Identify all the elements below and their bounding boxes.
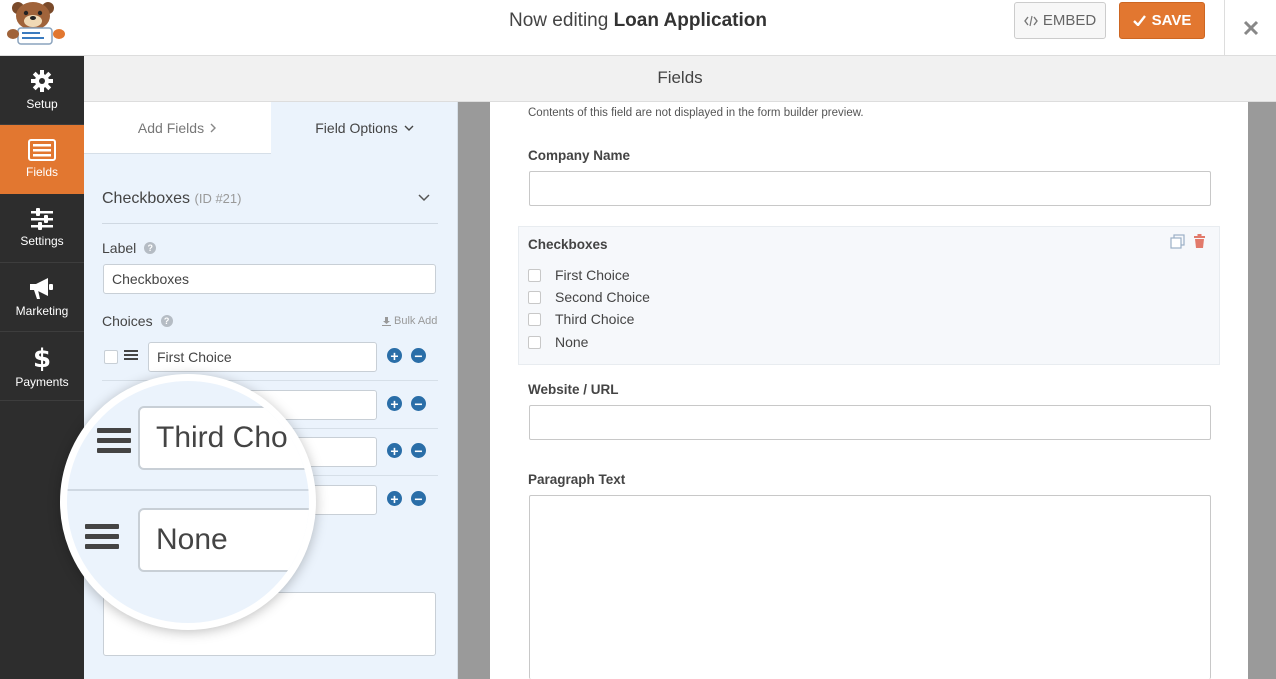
- section-header: Fields: [84, 56, 1276, 102]
- divider: [67, 489, 309, 491]
- collapse-chevron-icon[interactable]: [418, 194, 430, 202]
- trash-icon[interactable]: [1193, 234, 1206, 248]
- svg-text:$: $: [33, 344, 51, 371]
- preview-note: Contents of this field are not displayed…: [528, 107, 864, 119]
- bulk-add-label: Bulk Add: [394, 315, 438, 327]
- checkbox-box[interactable]: [528, 312, 541, 326]
- top-bar: Now editing Loan Application EMBED SAVE: [0, 0, 1276, 56]
- tab-label: Field Options: [315, 120, 398, 136]
- help-icon[interactable]: ?: [144, 242, 157, 254]
- checkmark-icon: [1132, 15, 1146, 26]
- fields-icon: [28, 139, 56, 161]
- help-icon[interactable]: ?: [160, 315, 173, 327]
- company-name-label: Company Name: [528, 148, 631, 163]
- drag-handle-icon[interactable]: [124, 350, 138, 360]
- megaphone-icon: [30, 278, 53, 299]
- field-options-title[interactable]: Checkboxes (ID #21): [102, 190, 241, 208]
- magnified-choice-input: Third Cho: [138, 406, 309, 470]
- sidebar-item-label: Setup: [26, 97, 58, 111]
- magnified-choice-input: None: [138, 508, 309, 572]
- chevron-down-icon: [404, 125, 414, 131]
- gear-icon: [31, 70, 53, 92]
- field-id: (ID #21): [194, 191, 242, 206]
- label-heading-text: Label: [102, 240, 137, 256]
- remove-choice-icon[interactable]: −: [411, 348, 426, 363]
- form-name: Loan Application: [613, 10, 767, 31]
- choice-input[interactable]: First Choice: [148, 342, 377, 372]
- checkbox-box[interactable]: [528, 268, 541, 282]
- sidebar-item-label: Marketing: [15, 304, 69, 318]
- tab-label: Add Fields: [137, 119, 205, 136]
- remove-choice-icon[interactable]: −: [411, 396, 426, 411]
- field-type-name: Checkboxes: [102, 190, 191, 207]
- sidebar-item-setup[interactable]: Setup: [0, 56, 84, 125]
- title-prefix: Now editing: [509, 10, 609, 31]
- sliders-icon: [31, 208, 53, 230]
- embed-button[interactable]: EMBED: [1014, 2, 1106, 39]
- checkbox-box[interactable]: [528, 290, 541, 304]
- chevron-right-icon: [210, 123, 217, 132]
- label-input[interactable]: Checkboxes: [103, 264, 436, 294]
- save-button[interactable]: SAVE: [1119, 2, 1205, 39]
- website-label: Website / URL: [528, 382, 619, 397]
- dollar-icon: $: [33, 344, 51, 371]
- divider: [102, 223, 438, 224]
- tab-field-options[interactable]: Field Options: [271, 102, 457, 154]
- sidebar-item-marketing[interactable]: Marketing: [0, 263, 84, 332]
- bulk-add-link[interactable]: Bulk Add: [382, 315, 437, 327]
- panel-tabs: Add Fields Field Options: [84, 102, 457, 154]
- add-choice-icon[interactable]: +: [387, 491, 402, 506]
- builder-sidebar: Setup Fields Settings Marketing $ Paymen…: [0, 56, 84, 679]
- checkbox-choice[interactable]: Third Choice: [528, 311, 634, 327]
- checkbox-choice-label: First Choice: [555, 267, 630, 283]
- paragraph-label: Paragraph Text: [528, 472, 626, 487]
- remove-choice-icon[interactable]: −: [411, 443, 426, 458]
- choice-input-value: First Choice: [157, 349, 232, 365]
- download-icon: [382, 316, 391, 326]
- field-actions: [1170, 234, 1206, 249]
- magnifier-lens: Third Cho None: [60, 374, 316, 630]
- choice-default-checkbox[interactable]: [104, 350, 118, 364]
- add-choice-icon[interactable]: +: [387, 443, 402, 458]
- add-choice-icon[interactable]: +: [387, 396, 402, 411]
- website-field[interactable]: [529, 405, 1211, 440]
- sidebar-item-label: Fields: [25, 165, 58, 179]
- remove-choice-icon[interactable]: −: [411, 491, 426, 506]
- label-input-value: Checkboxes: [112, 271, 190, 287]
- sidebar-item-label: Settings: [20, 234, 64, 248]
- form-preview: Contents of this field are not displayed…: [490, 102, 1248, 679]
- duplicate-icon[interactable]: [1170, 234, 1185, 249]
- checkbox-choice[interactable]: First Choice: [528, 267, 630, 283]
- label-heading: Label ?: [102, 240, 157, 256]
- choices-heading-text: Choices: [102, 313, 153, 329]
- sidebar-item-settings[interactable]: Settings: [0, 194, 84, 263]
- checkbox-choice-label: Third Choice: [555, 311, 635, 327]
- checkbox-box[interactable]: [528, 335, 541, 349]
- checkbox-choice-label: Second Choice: [555, 289, 650, 305]
- sidebar-item-fields[interactable]: Fields: [0, 125, 84, 194]
- checkbox-choice-label: None: [555, 334, 589, 350]
- checkbox-choice[interactable]: None: [528, 334, 588, 350]
- code-icon: [1023, 15, 1038, 26]
- drag-handle-icon: [97, 428, 131, 458]
- checkboxes-label: Checkboxes: [528, 237, 608, 252]
- add-choice-icon[interactable]: +: [387, 348, 402, 363]
- choices-heading: Choices ?: [102, 313, 173, 329]
- embed-label: EMBED: [1042, 12, 1097, 29]
- company-name-field[interactable]: [529, 171, 1211, 206]
- magnified-choice-value: Third Cho: [156, 421, 288, 454]
- section-title: Fields: [657, 68, 703, 87]
- paragraph-field[interactable]: [529, 495, 1211, 679]
- drag-handle-icon: [85, 524, 119, 554]
- sidebar-item-payments[interactable]: $ Payments: [0, 332, 84, 401]
- close-button[interactable]: [1224, 0, 1276, 56]
- save-label: SAVE: [1151, 12, 1192, 29]
- checkbox-choice[interactable]: Second Choice: [528, 289, 650, 305]
- tab-add-fields[interactable]: Add Fields: [84, 102, 271, 154]
- magnified-choice-value: None: [156, 523, 228, 556]
- sidebar-item-label: Payments: [15, 375, 69, 389]
- close-icon: [1243, 20, 1258, 36]
